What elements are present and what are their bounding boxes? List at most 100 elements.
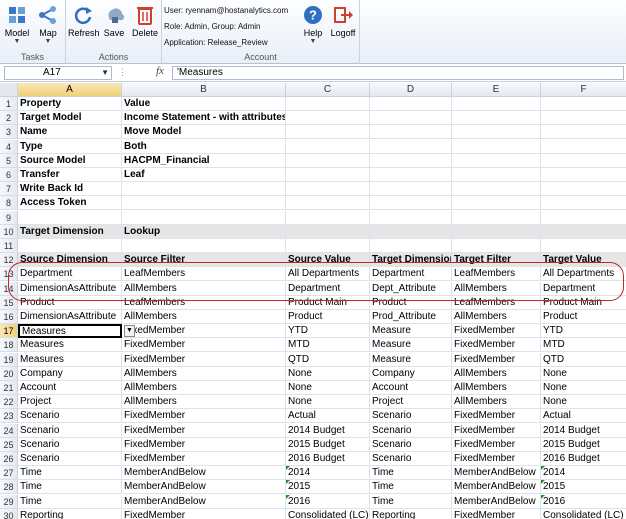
cell-e9[interactable]: [452, 210, 541, 225]
cell-c4[interactable]: [286, 139, 370, 154]
cell-a17[interactable]: Measures: [18, 324, 122, 339]
cell-a4[interactable]: Type: [18, 139, 122, 154]
cell-f26[interactable]: 2016 Budget: [541, 452, 626, 466]
cell-c11[interactable]: [286, 239, 370, 253]
cell-c12[interactable]: Source Value: [286, 253, 370, 268]
logoff-button[interactable]: Logoff: [328, 4, 358, 38]
cell-b30[interactable]: FixedMember: [122, 508, 286, 519]
cell-a24[interactable]: Scenario: [18, 423, 122, 438]
name-box[interactable]: A17 ▼: [4, 66, 112, 80]
cell-d8[interactable]: [370, 196, 452, 211]
row-header-25[interactable]: 25: [0, 437, 18, 452]
cell-f7[interactable]: [541, 182, 626, 197]
cell-d29[interactable]: Time: [370, 494, 452, 509]
cell-f30[interactable]: Consolidated (LC): [541, 509, 626, 519]
cell-a12[interactable]: Source Dimension: [18, 253, 122, 268]
cell-b21[interactable]: AllMembers: [122, 381, 286, 395]
cell-d27[interactable]: Time: [370, 466, 452, 481]
refresh-button[interactable]: Refresh: [68, 4, 100, 38]
cell-e25[interactable]: FixedMember: [452, 437, 541, 452]
cell-f28[interactable]: 2015: [541, 480, 626, 495]
column-header-e[interactable]: E: [452, 83, 541, 97]
cell-c26[interactable]: 2016 Budget: [286, 452, 370, 466]
cell-d25[interactable]: Scenario: [370, 437, 452, 452]
cell-f17[interactable]: YTD: [541, 324, 626, 339]
cell-b9[interactable]: [122, 210, 286, 225]
column-header-c[interactable]: C: [286, 83, 370, 97]
delete-button[interactable]: Delete: [130, 4, 160, 38]
cell-d7[interactable]: [370, 182, 452, 197]
cell-a14[interactable]: DimensionAsAttribute: [18, 281, 122, 296]
cell-c21[interactable]: None: [286, 381, 370, 395]
cell-b22[interactable]: AllMembers: [122, 395, 286, 410]
row-header-9[interactable]: 9: [0, 210, 18, 225]
cell-d9[interactable]: [370, 210, 452, 225]
row-header-15[interactable]: 15: [0, 295, 18, 310]
cell-f10[interactable]: [541, 224, 626, 239]
cell-f9[interactable]: [541, 211, 626, 225]
cell-c14[interactable]: Department: [286, 281, 370, 296]
column-header-b[interactable]: B: [122, 83, 286, 97]
cell-a8[interactable]: Access Token: [18, 196, 122, 211]
cell-d12[interactable]: Target Dimension: [370, 253, 452, 268]
cell-e8[interactable]: [452, 196, 541, 211]
row-header-30[interactable]: 30: [0, 508, 18, 519]
row-header-14[interactable]: 14: [0, 281, 18, 296]
cell-f18[interactable]: MTD: [541, 338, 626, 353]
cell-e20[interactable]: AllMembers: [452, 366, 541, 381]
cell-d2[interactable]: [370, 111, 452, 126]
row-header-24[interactable]: 24: [0, 423, 18, 438]
cell-f24[interactable]: 2014 Budget: [541, 424, 626, 438]
cell-e28[interactable]: MemberAndBelow: [452, 480, 541, 495]
row-header-29[interactable]: 29: [0, 494, 18, 509]
cell-c23[interactable]: Actual: [286, 409, 370, 424]
row-header-11[interactable]: 11: [0, 239, 18, 253]
cell-d17[interactable]: Measure: [370, 324, 452, 339]
cell-f11[interactable]: [541, 239, 626, 253]
cell-b4[interactable]: Both: [122, 139, 286, 154]
cell-b3[interactable]: Move Model: [122, 125, 286, 140]
select-all-corner[interactable]: [0, 83, 18, 97]
save-button[interactable]: Save: [99, 4, 129, 38]
cell-f2[interactable]: [541, 111, 626, 126]
cell-e17[interactable]: FixedMember: [452, 324, 541, 339]
cell-d23[interactable]: Scenario: [370, 409, 452, 424]
formula-input[interactable]: 'Measures: [172, 66, 624, 80]
row-header-3[interactable]: 3: [0, 125, 18, 140]
cell-b27[interactable]: MemberAndBelow: [122, 466, 286, 481]
cell-b17[interactable]: FixedMember: [122, 324, 286, 339]
cell-e2[interactable]: [452, 111, 541, 126]
cell-a5[interactable]: Source Model: [18, 153, 122, 168]
cell-d19[interactable]: Measure: [370, 352, 452, 367]
cell-e15[interactable]: LeafMembers: [452, 295, 541, 310]
cell-d20[interactable]: Company: [370, 366, 452, 381]
cell-e3[interactable]: [452, 125, 541, 140]
cell-f4[interactable]: [541, 140, 626, 154]
cell-b14[interactable]: AllMembers: [122, 281, 286, 296]
cell-a20[interactable]: Company: [18, 366, 122, 381]
cell-c25[interactable]: 2015 Budget: [286, 437, 370, 452]
cell-a23[interactable]: Scenario: [18, 409, 122, 424]
cell-a2[interactable]: Target Model: [18, 111, 122, 126]
row-header-1[interactable]: 1: [0, 97, 18, 111]
cell-d4[interactable]: [370, 139, 452, 154]
cell-dropdown-button[interactable]: ▼: [124, 325, 135, 338]
cell-c15[interactable]: Product Main: [286, 295, 370, 310]
cell-b5[interactable]: HACPM_Financial: [122, 153, 286, 168]
cell-d26[interactable]: Scenario: [370, 452, 452, 466]
row-header-4[interactable]: 4: [0, 139, 18, 154]
cell-f6[interactable]: [541, 168, 626, 182]
cell-c9[interactable]: [286, 210, 370, 225]
cell-a30[interactable]: Reporting: [18, 508, 122, 519]
cell-b16[interactable]: AllMembers: [122, 310, 286, 324]
row-header-6[interactable]: 6: [0, 168, 18, 182]
cell-d22[interactable]: Project: [370, 395, 452, 410]
cell-a19[interactable]: Measures: [18, 352, 122, 367]
cell-b11[interactable]: [122, 239, 286, 253]
row-header-23[interactable]: 23: [0, 409, 18, 424]
row-header-13[interactable]: 13: [0, 267, 18, 282]
cell-a26[interactable]: Scenario: [18, 452, 122, 466]
cell-a10[interactable]: Target Dimension: [18, 224, 122, 239]
cell-a15[interactable]: Product: [18, 295, 122, 310]
cell-a18[interactable]: Measures: [18, 338, 122, 353]
